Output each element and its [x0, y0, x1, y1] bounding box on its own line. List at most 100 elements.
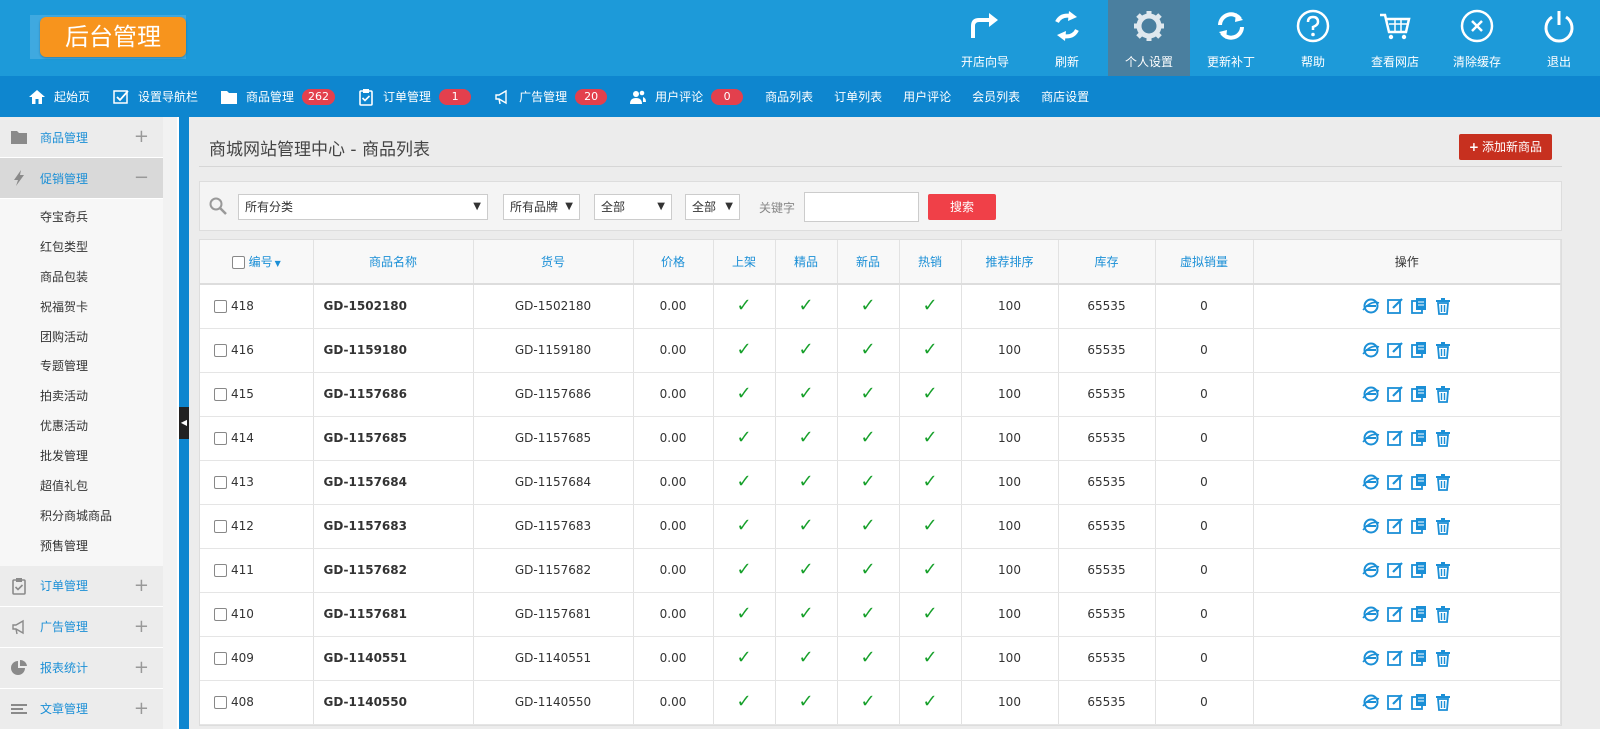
nav-item-orders[interactable]: 订单管理 1 [357, 88, 472, 106]
cell-virtual-sales[interactable]: 0 [1155, 372, 1254, 417]
check-icon[interactable]: ✓ [798, 603, 813, 624]
check-icon[interactable]: ✓ [922, 603, 937, 624]
cell-sn[interactable]: GD-1157684 [473, 460, 634, 505]
column-header-best[interactable]: 精品 [775, 240, 838, 285]
cell-price[interactable]: 0.00 [633, 372, 714, 417]
preview-icon[interactable] [1362, 297, 1380, 315]
check-icon[interactable]: ✓ [736, 691, 751, 712]
delete-icon[interactable] [1434, 605, 1452, 623]
nav-item-nav-settings[interactable]: 设置导航栏 [112, 88, 198, 106]
check-icon[interactable]: ✓ [798, 295, 813, 316]
row-checkbox[interactable] [214, 520, 227, 533]
cell-sort-order[interactable]: 100 [961, 548, 1059, 593]
cell-virtual-sales[interactable]: 0 [1155, 460, 1254, 505]
column-header-virtual-sales[interactable]: 虚拟销量 [1155, 240, 1254, 285]
sidebar-item-points-mall[interactable]: 积分商城商品 [0, 502, 163, 532]
cell-name[interactable]: GD-1157682 [313, 548, 474, 593]
check-icon[interactable]: ✓ [860, 339, 875, 360]
edit-icon[interactable] [1386, 517, 1404, 535]
cell-sn[interactable]: GD-1157685 [473, 416, 634, 461]
row-checkbox[interactable] [214, 432, 227, 445]
check-icon[interactable]: ✓ [736, 647, 751, 668]
edit-icon[interactable] [1386, 473, 1404, 491]
collapse-toggle[interactable]: − [134, 168, 149, 188]
cell-name[interactable]: GD-1140551 [313, 636, 474, 681]
check-icon[interactable]: ✓ [798, 647, 813, 668]
sidebar-item-group-buy[interactable]: 团购活动 [0, 323, 163, 353]
cell-sn[interactable]: GD-1159180 [473, 328, 634, 373]
check-icon[interactable]: ✓ [798, 559, 813, 580]
row-checkbox[interactable] [214, 300, 227, 314]
sidebar-group-reports[interactable]: 报表统计 + [0, 647, 163, 689]
copy-icon[interactable] [1410, 385, 1428, 403]
cell-name[interactable]: GD-1157685 [313, 416, 474, 461]
row-checkbox[interactable] [214, 696, 227, 709]
cell-name[interactable]: GD-1159180 [313, 328, 474, 373]
cell-virtual-sales[interactable]: 0 [1155, 548, 1254, 593]
sidebar-item-discount[interactable]: 优惠活动 [0, 412, 163, 442]
cell-name[interactable]: GD-1157684 [313, 460, 474, 505]
preview-icon[interactable] [1362, 605, 1380, 623]
check-icon[interactable]: ✓ [922, 691, 937, 712]
sidebar-item-bonus-type[interactable]: 红包类型 [0, 233, 163, 263]
app-logo[interactable]: 后台管理 [40, 17, 186, 57]
check-icon[interactable]: ✓ [736, 339, 751, 360]
check-icon[interactable]: ✓ [736, 383, 751, 404]
sidebar-group-ads[interactable]: 广告管理 + [0, 606, 163, 648]
cell-stock[interactable]: 65535 [1058, 548, 1156, 593]
sidebar-item-gift-pack[interactable]: 超值礼包 [0, 472, 163, 502]
cell-name[interactable]: GD-1157686 [313, 372, 474, 417]
clear-cache-button[interactable]: 清除缓存 [1436, 0, 1518, 76]
sidebar-item-greeting-card[interactable]: 祝福贺卡 [0, 293, 163, 323]
column-header-on-sale[interactable]: 上架 [713, 240, 776, 285]
check-icon[interactable]: ✓ [736, 603, 751, 624]
preview-icon[interactable] [1362, 693, 1380, 711]
check-icon[interactable]: ✓ [736, 295, 751, 316]
sidebar-group-orders[interactable]: 订单管理 + [0, 565, 163, 607]
cell-sort-order[interactable]: 100 [961, 504, 1059, 549]
sidebar-group-articles[interactable]: 文章管理 + [0, 688, 163, 729]
check-icon[interactable]: ✓ [860, 383, 875, 404]
expand-toggle[interactable]: + [134, 575, 149, 596]
check-icon[interactable]: ✓ [860, 647, 875, 668]
sidebar-item-auction[interactable]: 拍卖活动 [0, 382, 163, 412]
cell-virtual-sales[interactable]: 0 [1155, 284, 1254, 329]
cell-stock[interactable]: 65535 [1058, 284, 1156, 329]
sidebar-item-wholesale[interactable]: 批发管理 [0, 442, 163, 472]
check-icon[interactable]: ✓ [860, 691, 875, 712]
cell-sort-order[interactable]: 100 [961, 284, 1059, 329]
cell-price[interactable]: 0.00 [633, 328, 714, 373]
brand-select[interactable]: 所有品牌 ▼ [503, 194, 580, 220]
cell-virtual-sales[interactable]: 0 [1155, 504, 1254, 549]
cell-stock[interactable]: 65535 [1058, 460, 1156, 505]
cell-stock[interactable]: 65535 [1058, 636, 1156, 681]
check-icon[interactable]: ✓ [736, 559, 751, 580]
sidebar-group-promotion[interactable]: 促销管理 − [0, 158, 163, 199]
column-header-sn[interactable]: 货号 [473, 240, 634, 285]
personal-settings-button[interactable]: 个人设置 [1108, 0, 1190, 76]
cell-sn[interactable]: GD-1140550 [473, 680, 634, 725]
cell-sort-order[interactable]: 100 [961, 460, 1059, 505]
check-icon[interactable]: ✓ [736, 471, 751, 492]
status-select-1[interactable]: 全部 ▼ [594, 194, 672, 220]
row-checkbox[interactable] [214, 652, 227, 665]
check-icon[interactable]: ✓ [922, 383, 937, 404]
column-header-new[interactable]: 新品 [837, 240, 900, 285]
cell-price[interactable]: 0.00 [633, 460, 714, 505]
copy-icon[interactable] [1410, 517, 1428, 535]
cell-sn[interactable]: GD-1157683 [473, 504, 634, 549]
nav-item-goods[interactable]: 商品管理 262 [220, 88, 336, 106]
nav-item-ads[interactable]: 广告管理 20 [493, 88, 608, 106]
row-checkbox[interactable] [214, 388, 227, 401]
check-icon[interactable]: ✓ [736, 427, 751, 448]
edit-icon[interactable] [1386, 693, 1404, 711]
delete-icon[interactable] [1434, 517, 1452, 535]
column-header-id[interactable]: 编号 ▼ [200, 240, 314, 285]
cell-name[interactable]: GD-1140550 [313, 680, 474, 725]
edit-icon[interactable] [1386, 297, 1404, 315]
nav-link-goods-list[interactable]: 商品列表 [765, 88, 813, 105]
edit-icon[interactable] [1386, 605, 1404, 623]
search-button[interactable]: 搜索 [928, 194, 996, 220]
cell-sn[interactable]: GD-1157686 [473, 372, 634, 417]
sidebar-group-goods[interactable]: 商品管理 + [0, 117, 163, 158]
